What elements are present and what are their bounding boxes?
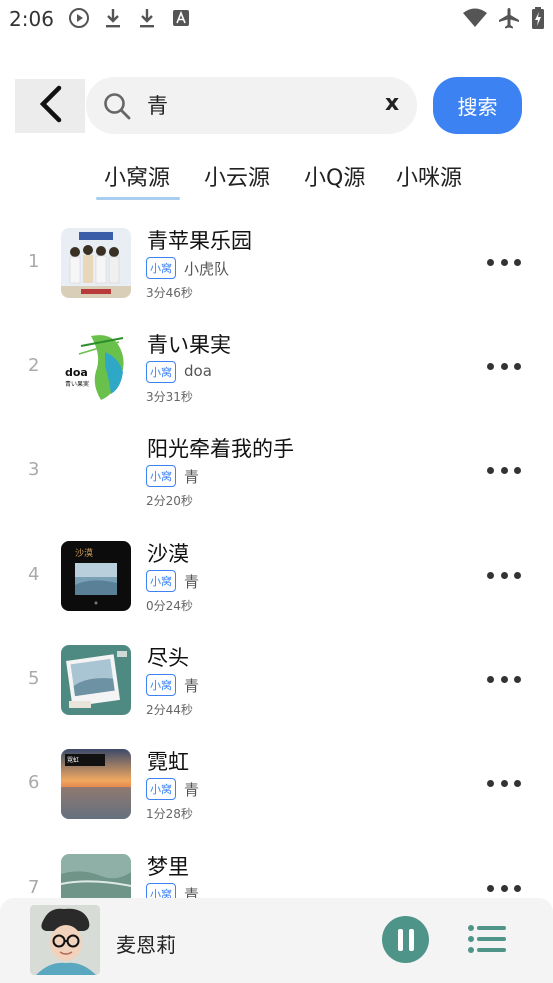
song-title: 阳光牵着我的手	[147, 437, 294, 461]
battery-charging-icon	[531, 6, 545, 30]
status-time: 2:06	[9, 7, 54, 31]
text-a-icon	[172, 6, 190, 30]
source-badge: 小窝	[146, 778, 176, 800]
song-row[interactable]: 3 阳光牵着我的手 小窝 青 2分20秒	[0, 424, 553, 524]
song-artist: 青	[184, 677, 200, 695]
pause-icon	[397, 928, 403, 951]
album-cover: 霓虹	[61, 749, 131, 819]
song-index: 5	[28, 668, 40, 689]
download-icon	[138, 6, 156, 30]
song-duration: 3分31秒	[146, 390, 193, 404]
source-badge: 小窝	[146, 570, 176, 592]
song-title: 青苹果乐园	[147, 229, 252, 253]
album-cover	[61, 228, 131, 298]
search-button[interactable]: 搜索	[433, 77, 522, 134]
source-badge: 小窝	[146, 465, 176, 487]
song-index: 2	[28, 355, 40, 376]
more-options-icon[interactable]	[487, 569, 521, 581]
wifi-icon	[462, 6, 488, 30]
song-index: 3	[28, 459, 40, 480]
album-cover: 沙漠	[61, 541, 131, 611]
song-duration: 2分44秒	[146, 703, 193, 717]
now-playing-cover	[30, 905, 100, 975]
more-options-icon[interactable]	[487, 464, 521, 476]
song-row[interactable]: 2 doa 青い果実 青い果実 小窝 doa 3分31秒	[0, 320, 553, 420]
song-title: 尽头	[147, 646, 189, 670]
song-index: 1	[28, 251, 40, 272]
clear-search-button[interactable]: x	[385, 91, 399, 116]
album-cover	[61, 645, 131, 715]
tab-xiaomi-source[interactable]: 小咪源	[396, 160, 462, 192]
cover-artist-text: doa	[65, 366, 88, 379]
cover-title-text: 沙漠	[75, 548, 93, 559]
pause-button[interactable]	[382, 916, 429, 963]
song-title: 沙漠	[147, 542, 189, 566]
search-query-text[interactable]: 青	[147, 90, 168, 120]
song-index: 7	[28, 877, 40, 898]
mini-player[interactable]: 麦恩莉	[0, 898, 553, 983]
song-artist: 青	[184, 781, 200, 799]
more-options-icon[interactable]	[487, 360, 521, 372]
tab-xiaowo-source[interactable]: 小窝源	[104, 160, 170, 192]
source-badge: 小窝	[146, 257, 176, 279]
back-button[interactable]	[15, 79, 85, 133]
song-row[interactable]: 6 霓虹 霓虹 小窝 青 1分28秒	[0, 737, 553, 837]
source-badge: 小窝	[146, 674, 176, 696]
album-cover: doa 青い果実	[61, 332, 131, 402]
song-duration: 0分24秒	[146, 599, 193, 613]
song-title: 梦里	[147, 855, 189, 879]
song-duration: 1分28秒	[146, 807, 193, 821]
now-playing-title: 麦恩莉	[116, 933, 176, 957]
chevron-left-icon	[37, 85, 63, 127]
song-row[interactable]: 4 沙漠 沙漠 小窝 青 0分24秒	[0, 529, 553, 629]
cover-title-text: 霓虹	[67, 756, 79, 764]
song-index: 4	[28, 564, 40, 585]
search-input[interactable]: 青 x	[86, 77, 417, 134]
tab-xiaoyun-source[interactable]: 小云源	[204, 160, 270, 192]
cover-title-text: 青い果実	[65, 380, 89, 388]
song-row[interactable]: 5 尽头 小窝 青 2分44秒	[0, 633, 553, 733]
song-artist: 青	[184, 468, 200, 486]
more-options-icon[interactable]	[487, 882, 521, 894]
song-title: 霓虹	[147, 750, 189, 774]
song-row[interactable]: 1 青苹果乐园 小窝 小虎队 3分46秒	[0, 216, 553, 316]
playlist-icon[interactable]	[467, 924, 507, 958]
status-bar: 2:06	[0, 0, 553, 36]
song-artist: 青	[184, 573, 200, 591]
tab-xiaoq-source[interactable]: 小Q源	[304, 160, 365, 192]
song-title: 青い果実	[147, 333, 231, 357]
song-artist: 小虎队	[184, 260, 230, 278]
search-icon	[102, 91, 132, 125]
active-tab-indicator	[96, 197, 180, 200]
more-options-icon[interactable]	[487, 777, 521, 789]
song-duration: 2分20秒	[146, 494, 193, 508]
more-options-icon[interactable]	[487, 256, 521, 268]
airplane-icon	[497, 6, 521, 30]
play-circle-icon	[68, 6, 90, 30]
song-duration: 3分46秒	[146, 286, 193, 300]
source-badge: 小窝	[146, 361, 176, 383]
more-options-icon[interactable]	[487, 673, 521, 685]
download-icon	[104, 6, 122, 30]
song-index: 6	[28, 772, 40, 793]
song-artist: doa	[184, 362, 212, 380]
